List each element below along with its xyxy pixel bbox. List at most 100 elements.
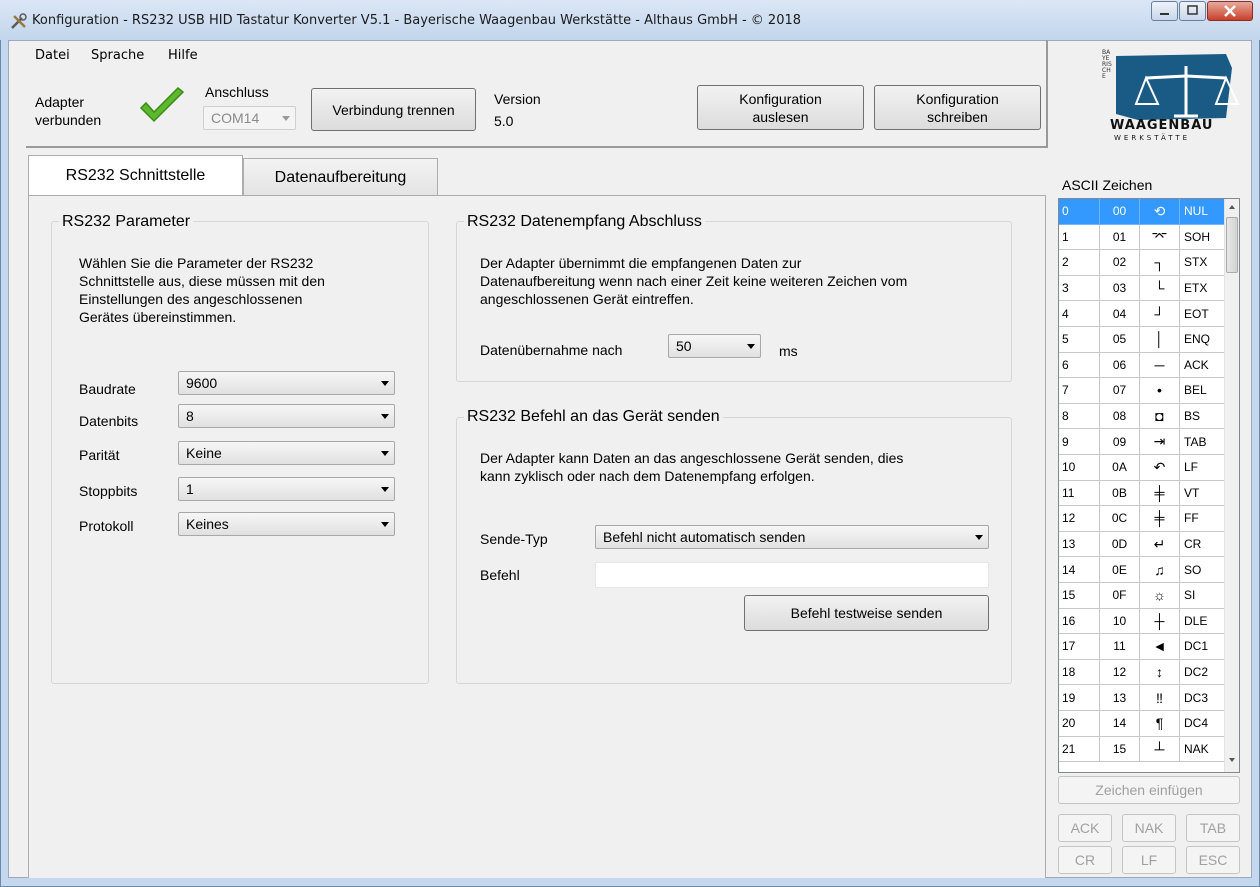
datenbits-select[interactable]: 8 [178,404,395,428]
ascii-row[interactable]: 11 0B ╪ VT [1059,480,1225,507]
minimize-button[interactable] [1151,1,1178,21]
ascii-dec: 16 [1059,608,1100,635]
ascii-symbol: ⌤ [1140,224,1180,251]
ascii-dec: 6 [1059,352,1100,379]
port-value: COM14 [211,110,260,126]
ascii-row[interactable]: 8 08 ◘ BS [1059,403,1225,430]
scroll-down-icon[interactable] [1227,754,1237,766]
ascii-row[interactable]: 2 02 ┐ STX [1059,250,1225,276]
ascii-row[interactable]: 7 07 • BEL [1059,378,1225,404]
ascii-symbol: ♫ [1140,557,1180,583]
ascii-symbol: ◄ [1140,634,1180,660]
chevron-down-icon [747,344,755,349]
datenbits-value: 8 [186,408,194,424]
logo-sub: WERKSTÄTTE [1114,134,1191,142]
menu-datei[interactable]: Datei [35,48,70,63]
protokoll-select[interactable]: Keines [178,512,395,536]
quick-esc-button[interactable]: ESC [1186,846,1240,874]
stoppbits-select[interactable]: 1 [178,477,395,501]
ascii-hex: 08 [1100,403,1140,430]
insert-char-button[interactable]: Zeichen einfügen [1058,776,1240,804]
close-icon [1224,5,1236,17]
ascii-row[interactable]: 10 0A ↶ LF [1059,455,1225,481]
disconnect-button[interactable]: Verbindung trennen [311,88,476,131]
paritaet-label: Parität [79,447,120,463]
write-config-button[interactable]: Konfiguration schreiben [874,85,1041,130]
ascii-dec: 7 [1059,378,1100,404]
ascii-row[interactable]: 17 11 ◄ DC1 [1059,634,1225,660]
minimize-icon [1160,13,1169,15]
tab-rs232-schnittstelle[interactable]: RS232 Schnittstelle [28,155,243,195]
chevron-down-icon [381,487,389,492]
ascii-row[interactable]: 16 10 ┼ DLE [1059,608,1225,635]
chevron-down-icon [282,116,290,121]
ascii-row[interactable]: 15 0F ☼ SI [1059,583,1225,609]
ascii-row[interactable]: 19 13 ‼ DC3 [1059,685,1225,711]
ascii-dec: 0 [1059,199,1100,225]
ascii-symbol: ─ [1140,352,1180,379]
ascii-symbol: • [1140,378,1180,404]
chevron-down-icon [381,414,389,419]
ascii-row[interactable]: 9 09 ⇥ TAB [1059,429,1225,455]
protokoll-label: Protokoll [79,518,134,534]
ascii-name: DC3 [1180,685,1225,711]
timeout-unit: ms [779,343,798,359]
ascii-hex: 00 [1100,199,1140,225]
ascii-hex: 05 [1100,327,1140,353]
ascii-hex: 10 [1100,608,1140,635]
menu-hilfe[interactable]: Hilfe [168,48,198,63]
quick-cr-button[interactable]: CR [1058,846,1112,874]
ascii-hex: 06 [1100,352,1140,379]
ascii-row[interactable]: 13 0D ↵ CR [1059,531,1225,558]
ascii-dec: 15 [1059,583,1100,609]
ascii-row[interactable]: 1 01 ⌤ SOH [1059,224,1225,251]
ascii-name: SO [1180,557,1225,583]
ascii-scrollbar[interactable] [1224,199,1239,772]
baudrate-label: Baudrate [79,381,136,397]
ascii-hex: 0E [1100,557,1140,583]
ascii-name: EOT [1180,301,1225,327]
maximize-icon [1187,5,1198,15]
ascii-row[interactable]: 0 00 ⟲ NUL [1059,199,1225,225]
ascii-symbol: │ [1140,327,1180,353]
baudrate-select[interactable]: 9600 [178,371,395,395]
menu-sprache[interactable]: Sprache [91,48,144,63]
ascii-dec: 1 [1059,224,1100,251]
ascii-row[interactable]: 20 14 ¶ DC4 [1059,711,1225,737]
read-config-button[interactable]: Konfiguration auslesen [697,85,864,130]
chevron-down-icon [975,535,983,540]
ascii-row[interactable]: 18 12 ↕ DC2 [1059,659,1225,686]
scroll-up-icon[interactable] [1227,201,1237,213]
ascii-row[interactable]: 4 04 ┘ EOT [1059,301,1225,327]
ascii-row[interactable]: 3 03 └ ETX [1059,275,1225,302]
timeout-select[interactable]: 50 [668,334,761,358]
ascii-name: FF [1180,506,1225,532]
ascii-row[interactable]: 21 15 ┴ NAK [1059,736,1225,763]
port-select[interactable]: COM14 [203,106,296,130]
ascii-row[interactable]: 12 0C ╪ FF [1059,506,1225,532]
logo-side-text: BAYERISCHE [1102,49,1112,80]
ascii-hex: 11 [1100,634,1140,660]
ascii-hex: 0B [1100,480,1140,507]
quick-ack-button[interactable]: ACK [1058,814,1112,842]
chevron-down-icon [381,381,389,386]
maximize-button[interactable] [1179,1,1206,21]
quick-lf-button[interactable]: LF [1122,846,1176,874]
quick-nak-button[interactable]: NAK [1122,814,1176,842]
ascii-table[interactable]: 0 00 ⟲ NUL 1 01 ⌤ SOH 2 02 ┐ STX 3 03 └ ETX 4 04 ┘ EOT 5 05 │ E… [1058,198,1240,773]
paritaet-select[interactable]: Keine [178,441,395,465]
close-button[interactable] [1207,1,1253,21]
stoppbits-label: Stoppbits [79,483,138,499]
command-input[interactable] [595,562,989,588]
command-label: Befehl [480,567,520,583]
quick-tab-button[interactable]: TAB [1186,814,1240,842]
scroll-thumb[interactable] [1226,217,1238,273]
test-send-button[interactable]: Befehl testweise senden [744,595,989,631]
send-type-select[interactable]: Befehl nicht automatisch senden [595,525,989,549]
ascii-row[interactable]: 5 05 │ ENQ [1059,327,1225,353]
datenbits-label: Datenbits [79,413,139,429]
ascii-row[interactable]: 6 06 ─ ACK [1059,352,1225,379]
baudrate-value: 9600 [186,375,218,391]
ascii-row[interactable]: 14 0E ♫ SO [1059,557,1225,583]
tab-datenaufbereitung[interactable]: Datenaufbereitung [243,158,438,196]
